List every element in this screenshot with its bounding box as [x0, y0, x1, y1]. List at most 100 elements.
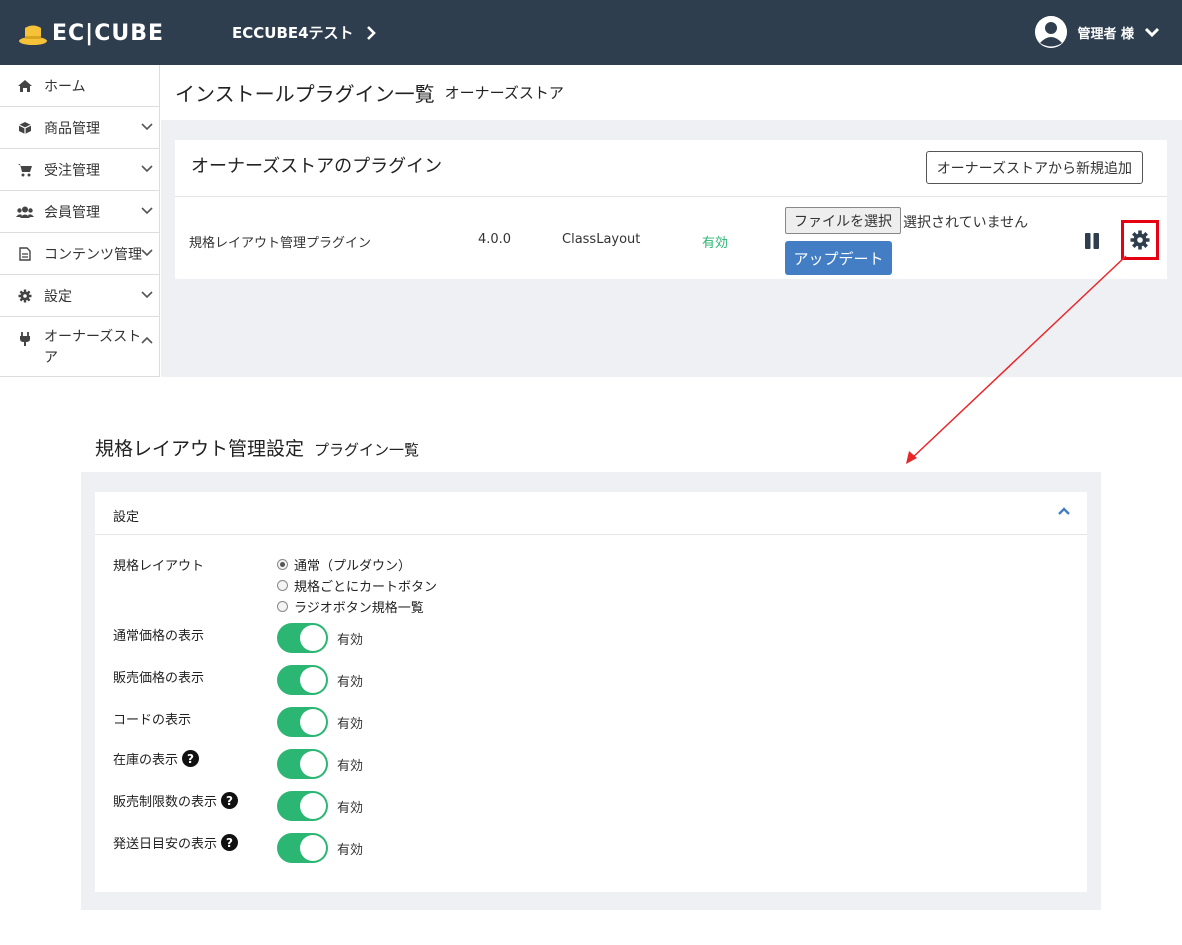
field-label: 販売価格の表示 [113, 667, 204, 686]
users-icon [16, 206, 34, 218]
shop-name-link[interactable]: ECCUBE4テスト [232, 22, 376, 43]
field-label-text: 通常価格の表示 [113, 629, 205, 644]
sidebar-item-products[interactable]: 商品管理 [0, 107, 159, 149]
pause-icon[interactable] [1084, 233, 1100, 249]
plug-icon [16, 331, 34, 347]
settings-page-header: 規格レイアウト管理設定 プラグイン一覧 [95, 434, 419, 461]
radio-option[interactable]: ラジオボタン規格一覧 [277, 596, 437, 617]
plugin-status: 有効 [702, 236, 729, 251]
sidebar-item-label: 受注管理 [44, 162, 100, 179]
chevron-right-icon [366, 25, 376, 40]
field-label: 販売制限数の表示? [113, 791, 239, 810]
user-menu[interactable]: 管理者 様 [1035, 16, 1160, 48]
toggle-switch[interactable] [277, 665, 328, 695]
settings-title: 規格レイアウト管理設定 [95, 438, 305, 460]
sidebar-item-label: ホーム [44, 78, 86, 95]
sidebar-item-label: 会員管理 [44, 204, 100, 221]
page-subtitle: オーナーズストア [444, 84, 564, 102]
sidebar: ホーム 商品管理 受注管理 会員管理 コンテンツ管理 設定 オーナーズストア [0, 65, 160, 377]
home-icon [16, 79, 34, 93]
toggle-state: 有効 [337, 632, 364, 648]
layout-label: 規格レイアウト [113, 559, 205, 574]
hat-logo-icon [19, 25, 47, 45]
toggle-state: 有効 [337, 842, 364, 858]
plugin-settings-button[interactable] [1121, 220, 1159, 260]
plugin-list-screenshot: EC|CUBE ECCUBE4テスト 管理者 様 ホーム 商品管理 受注管理 会… [0, 0, 1182, 377]
sidebar-item-settings[interactable]: 設定 [0, 275, 159, 317]
chevron-down-icon [141, 291, 153, 299]
file-select-button[interactable]: ファイルを選択 [785, 207, 901, 234]
settings-panel: 設定 規格レイアウト 通常（プルダウン） 規格ごとにカートボタン ラジオボタン規… [95, 492, 1087, 892]
radio-label: 規格ごとにカートボタン [294, 580, 438, 595]
field-label: 在庫の表示? [113, 749, 200, 768]
sidebar-item-label: オーナーズストア [44, 329, 142, 366]
chevron-up-icon [141, 336, 153, 344]
table-row: 規格レイアウト管理プラグイン 4.0.0 ClassLayout 有効 ファイル… [175, 197, 1167, 279]
add-from-store-button[interactable]: オーナーズストアから新規追加 [925, 151, 1143, 184]
chevron-down-icon [141, 123, 153, 131]
main-content: インストールプラグイン一覧 オーナーズストア オーナーズストアのプラグイン オー… [161, 65, 1182, 377]
toggle-row: 有効 [277, 791, 363, 821]
help-icon[interactable]: ? [182, 750, 200, 767]
toggle-row: 有効 [277, 623, 363, 653]
radio-option[interactable]: 通常（プルダウン） [277, 554, 437, 575]
logo-text: EC|CUBE [52, 20, 165, 46]
plugin-name: 規格レイアウト管理プラグイン [189, 236, 372, 251]
field-label-text: 販売制限数の表示 [113, 795, 218, 810]
sidebar-item-home[interactable]: ホーム [0, 65, 159, 107]
sidebar-item-label: 商品管理 [44, 120, 100, 137]
panel-label: 設定 [113, 510, 140, 525]
toggle-switch[interactable] [277, 749, 328, 779]
layout-radio-group: 通常（プルダウン） 規格ごとにカートボタン ラジオボタン規格一覧 [277, 554, 437, 617]
toggle-switch[interactable] [277, 707, 328, 737]
sidebar-item-owners-store[interactable]: オーナーズストア [0, 317, 159, 377]
toggle-state: 有効 [337, 674, 364, 690]
help-icon[interactable]: ? [221, 792, 239, 809]
radio-label: ラジオボタン規格一覧 [294, 601, 424, 616]
toggle-row: 有効 [277, 749, 363, 779]
toggle-switch[interactable] [277, 623, 328, 653]
avatar-icon [1035, 16, 1068, 48]
cart-icon [16, 163, 34, 177]
toggle-row: 有効 [277, 707, 363, 737]
sidebar-item-label: コンテンツ管理 [44, 246, 142, 263]
toggle-switch[interactable] [277, 791, 328, 821]
field-label-text: コードの表示 [113, 713, 192, 728]
file-icon [16, 246, 34, 261]
chevron-up-icon[interactable] [1057, 506, 1071, 516]
help-icon[interactable]: ? [221, 834, 239, 851]
toggle-switch[interactable] [277, 833, 328, 863]
field-label-text: 発送日目安の表示 [113, 837, 218, 852]
field-label: コードの表示 [113, 709, 191, 728]
user-name: 管理者 様 [1077, 26, 1134, 42]
radio-button[interactable] [277, 580, 288, 591]
card-header: オーナーズストアのプラグイン オーナーズストアから新規追加 [175, 140, 1167, 197]
sidebar-item-orders[interactable]: 受注管理 [0, 149, 159, 191]
update-button[interactable]: アップデート [785, 241, 892, 275]
chevron-down-icon [141, 207, 153, 215]
chevron-down-icon [141, 165, 153, 173]
toggle-row: 有効 [277, 833, 363, 863]
radio-button[interactable] [277, 601, 288, 612]
card-title: オーナーズストアのプラグイン [191, 156, 443, 177]
admin-header: EC|CUBE ECCUBE4テスト 管理者 様 [0, 0, 1182, 65]
field-label-text: 販売価格の表示 [113, 671, 205, 686]
sidebar-item-customers[interactable]: 会員管理 [0, 191, 159, 233]
plugin-version: 4.0.0 [478, 232, 512, 247]
toggle-state: 有効 [337, 716, 364, 732]
page-header: インストールプラグイン一覧 オーナーズストア [161, 65, 1182, 120]
page-title: インストールプラグイン一覧 [175, 82, 435, 106]
field-label: 発送日目安の表示? [113, 833, 239, 852]
radio-button[interactable] [277, 559, 288, 570]
plugin-card: オーナーズストアのプラグイン オーナーズストアから新規追加 規格レイアウト管理プ… [175, 140, 1167, 279]
radio-option[interactable]: 規格ごとにカートボタン [277, 575, 437, 596]
eccube-logo[interactable]: EC|CUBE [18, 20, 164, 46]
sidebar-item-contents[interactable]: コンテンツ管理 [0, 233, 159, 275]
toggle-state: 有効 [337, 758, 364, 774]
radio-label: 通常（プルダウン） [294, 559, 412, 574]
field-label: 通常価格の表示 [113, 625, 204, 644]
field-label-text: 在庫の表示 [113, 753, 179, 768]
panel-header[interactable]: 設定 [95, 492, 1087, 535]
gear-icon [1130, 230, 1150, 250]
cube-icon [16, 121, 34, 135]
